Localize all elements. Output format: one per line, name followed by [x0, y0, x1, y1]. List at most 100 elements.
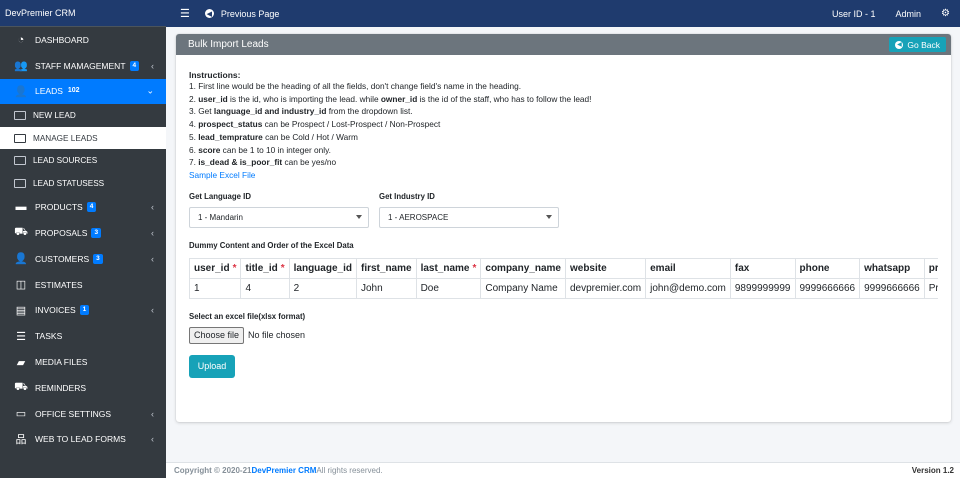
header-text: company_name [485, 262, 561, 274]
sidebar-item-customers[interactable]: 👤 CUSTOMERS 3 ‹ [0, 246, 166, 272]
header-text: first_name [360, 262, 412, 274]
count-badge: 102 [67, 87, 80, 95]
settings-icon: ▭ [15, 408, 27, 421]
instruction-text: 6. [189, 144, 199, 155]
sidebar-item-estimates[interactable]: ◫ ESTIMATES [0, 272, 166, 298]
instruction-keyword: lead_temprature [198, 131, 263, 142]
table-cell: Company Name [480, 277, 566, 299]
sidebar-subitem-manage-leads[interactable]: MANAGE LEADS [0, 126, 166, 150]
go-back-button[interactable]: ◀ Go Back [889, 37, 946, 52]
brand-logo[interactable]: DevPremier CRM [0, 0, 166, 27]
go-back-label: Go Back [907, 39, 940, 50]
sidebar-item-leads[interactable]: 👤 LEADS 102 ⌄ [0, 78, 166, 105]
sidebar-item-office-settings[interactable]: ▭ OFFICE SETTINGS ‹ [0, 401, 166, 427]
choose-file-button[interactable]: Choose file [189, 326, 245, 344]
chevron-left-icon: ‹ [151, 60, 154, 71]
footer-brand-link[interactable]: DevPremier CRM [251, 466, 316, 475]
users-cog-icon[interactable]: ⚙ [941, 8, 950, 19]
file-input: Choose file No file chosen [189, 326, 938, 344]
box-icon: ▬ [15, 201, 27, 214]
table-cell: Doe [415, 277, 482, 299]
header-text: last_name [420, 262, 470, 274]
sidebar-item-proposals[interactable]: ⛟ PROPOSALS 3 ‹ [0, 220, 166, 246]
header-text: title_id [245, 262, 278, 274]
sidebar-item-label: OFFICE SETTINGS [35, 408, 112, 419]
sidebar-item-media-files[interactable]: ▰ MEDIA FILES [0, 349, 166, 375]
table-cell: 9899999999 [729, 277, 796, 299]
folder-icon [14, 178, 26, 188]
instruction-text: is the id of the staff, who has to follo… [417, 93, 592, 104]
rights-text: All rights reserved. [316, 466, 383, 475]
customers-icon: 👤 [14, 253, 28, 266]
header-text: phone [799, 262, 830, 274]
chevron-left-icon: ‹ [151, 408, 154, 419]
top-navbar: ☰ ◀ Previous Page User ID - 1 Admin ⚙ [166, 0, 960, 27]
language-select[interactable]: 1 - Mandarin [189, 206, 369, 228]
table-cell: devpremier.com [564, 277, 647, 299]
chevron-left-icon: ‹ [151, 434, 154, 445]
previous-page-link[interactable]: ◀ Previous Page [204, 9, 279, 19]
count-badge: 3 [91, 228, 102, 239]
truck-icon: ⛟ [14, 226, 28, 239]
table-header-cell: fax [729, 257, 796, 279]
header-text: website [569, 262, 607, 274]
upload-button[interactable]: Upload [189, 354, 235, 378]
sidebar-item-label: LEAD SOURCES [33, 156, 98, 166]
required-asterisk: * [472, 262, 477, 274]
table-cell: John [355, 277, 417, 299]
file-select-label: Select an excel file(xlsx format) [189, 311, 306, 321]
required-asterisk: * [280, 262, 285, 274]
count-badge: 3 [93, 253, 103, 264]
user-role-label[interactable]: Admin [896, 9, 922, 19]
sidebar-item-reminders[interactable]: ⛟ REMINDERS [0, 375, 166, 401]
sidebar-subitem-lead-sources[interactable]: LEAD SOURCES [0, 149, 166, 172]
folder-icon [14, 111, 26, 121]
table-cell: 9999666666 [794, 277, 861, 299]
table-header-cell: company_name [480, 257, 566, 279]
bulk-import-card: Bulk Import Leads ◀ Go Back Instructions… [176, 34, 951, 422]
chevron-left-icon: ‹ [151, 202, 154, 213]
instruction-line: 6. score can be 1 to 10 in integer only. [189, 144, 938, 157]
table-header-cell: title_id * [240, 257, 290, 279]
sidebar-item-invoices[interactable]: ▤ INVOICES 1 ‹ [0, 298, 166, 324]
header-text: pros [928, 262, 938, 274]
sidebar-subitem-new-lead[interactable]: NEW LEAD [0, 104, 166, 127]
copyright-text: Copyright © 2020-21 [174, 466, 252, 475]
sidebar-item-web-to-lead[interactable]: 品 WEB TO LEAD FORMS ‹ [0, 427, 166, 453]
columns-icon: ◫ [15, 279, 27, 292]
file-status-text: No file chosen [248, 330, 306, 341]
instruction-text: can be yes/no [282, 157, 337, 168]
language-label: Get Language ID [189, 191, 251, 201]
sitemap-icon: 品 [15, 434, 27, 447]
sidebar-subitem-lead-statuses[interactable]: LEAD STATUSESS [0, 172, 166, 195]
instruction-text: 2. [189, 93, 199, 104]
dummy-table-wrapper[interactable]: user_id * title_id * language_id first_name la… [189, 257, 938, 299]
chevron-left-icon: ‹ [151, 305, 154, 316]
sidebar-item-label: INVOICES [35, 305, 76, 316]
page-title: Bulk Import Leads [188, 39, 269, 50]
instruction-text: 3. Get [189, 106, 214, 117]
instruction-line: 1. First line would be the heading of al… [189, 80, 938, 93]
sidebar-item-label: ESTIMATES [35, 279, 83, 290]
industry-select-value: 1 - AEROSPACE [388, 212, 449, 222]
sidebar-item-label: MEDIA FILES [35, 357, 88, 368]
instruction-keyword: user_id [198, 93, 228, 104]
sidebar-item-label: PRODUCTS [35, 202, 83, 213]
sidebar-item-label: MANAGE LEADS [33, 133, 98, 143]
table-header-cell: first_name [355, 257, 417, 279]
reminder-icon: ⛟ [14, 380, 28, 393]
hamburger-menu-icon[interactable]: ☰ [180, 7, 190, 20]
sidebar-item-products[interactable]: ▬ PRODUCTS 4 ‹ [0, 194, 166, 220]
sidebar-item-tasks[interactable]: ☰ TASKS [0, 323, 166, 349]
sidebar-item-label: PROPOSALS [35, 228, 88, 239]
sidebar-item-staff[interactable]: 👥 STAFF MAMAGEMENT 4 ‹ [0, 53, 166, 79]
tasks-icon: ☰ [16, 330, 26, 343]
table-cell: 9999666666 [859, 277, 925, 299]
dummy-table: user_id * title_id * language_id first_name la… [189, 257, 938, 299]
instruction-text: can be Prospect / Lost-Prospect / Non-Pr… [262, 119, 441, 130]
sidebar-item-dashboard[interactable]: ◔ DASHBOARD [0, 27, 166, 53]
version-label: Version 1.2 [911, 466, 954, 475]
industry-select[interactable]: 1 - AEROSPACE [379, 206, 559, 228]
sidebar-item-label: WEB TO LEAD FORMS [35, 434, 126, 445]
sample-excel-link[interactable]: Sample Excel File [189, 169, 938, 182]
